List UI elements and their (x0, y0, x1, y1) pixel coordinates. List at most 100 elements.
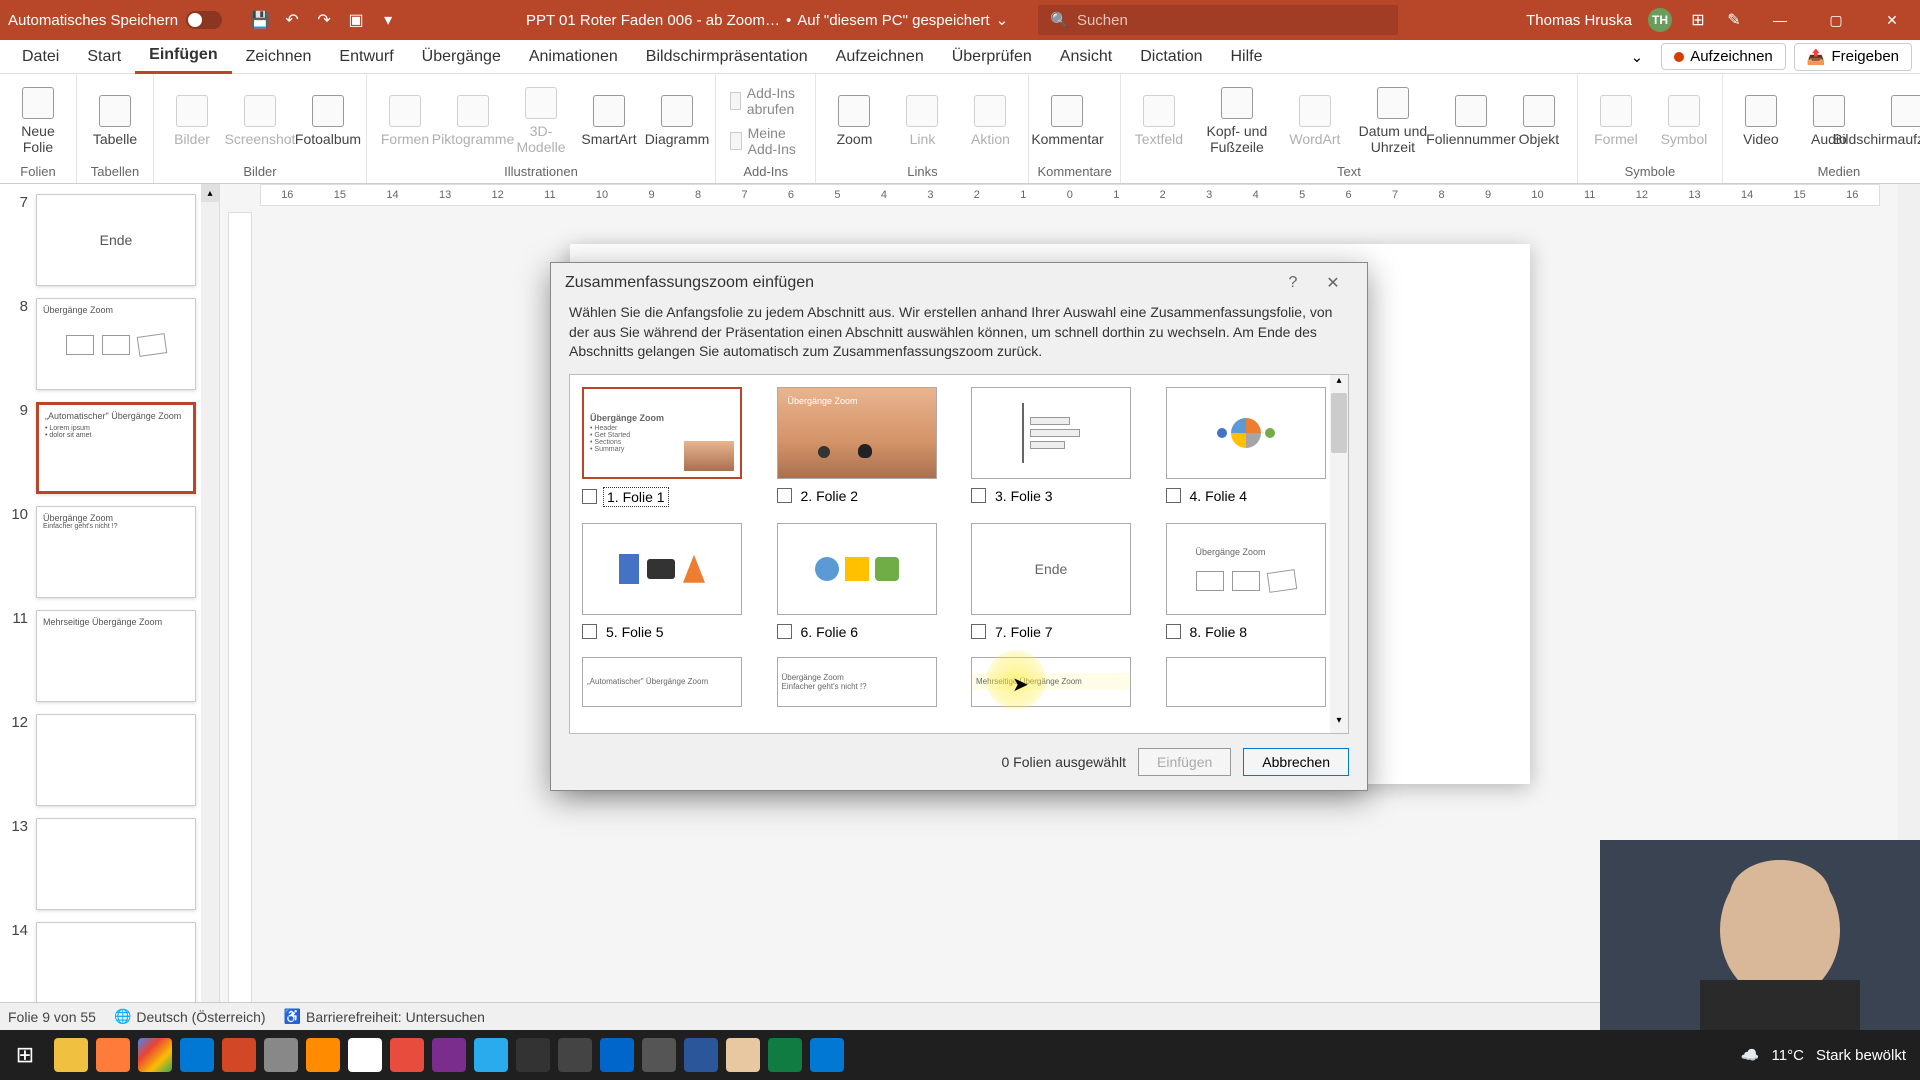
search-input[interactable] (1077, 12, 1386, 29)
dropdown-icon[interactable]: ▾ (378, 10, 398, 30)
dialog-slide-item[interactable]: „Automatischer" Übergänge Zoom (582, 657, 753, 707)
slide-checkbox[interactable] (1166, 624, 1181, 639)
slidenumber-button[interactable]: Foliennummer (1441, 78, 1501, 163)
tab-aufzeichnen[interactable]: Aufzeichnen (822, 40, 938, 74)
tab-bildschirm[interactable]: Bildschirmpräsentation (632, 40, 822, 74)
new-slide-button[interactable]: Neue Folie (8, 78, 68, 163)
slide-thumb-11[interactable]: 11 Mehrseitige Übergänge Zoom (4, 604, 215, 708)
tab-entwurf[interactable]: Entwurf (325, 40, 407, 74)
cancel-button[interactable]: Abbrechen (1243, 748, 1349, 776)
link-button[interactable]: Link (892, 78, 952, 163)
audio-button[interactable]: Audio (1799, 78, 1859, 163)
tab-dictation[interactable]: Dictation (1126, 40, 1216, 74)
dialog-slide-item[interactable]: 4. Folie 4 (1166, 387, 1337, 507)
action-button[interactable]: Aktion (960, 78, 1020, 163)
scrollbar-thumb[interactable] (1331, 393, 1347, 453)
dialog-slide-item[interactable]: 6. Folie 6 (777, 523, 948, 641)
screenrecord-button[interactable]: Bildschirmaufzeichnung (1867, 78, 1920, 163)
slide-checkbox[interactable] (777, 488, 792, 503)
dialog-help-button[interactable]: ? (1273, 263, 1313, 303)
scroll-up-icon[interactable]: ▴ (201, 184, 219, 202)
smartart-button[interactable]: SmartArt (579, 78, 639, 163)
slide-checkbox[interactable] (582, 624, 597, 639)
taskbar-excel[interactable] (768, 1038, 802, 1072)
taskbar-onenote[interactable] (432, 1038, 466, 1072)
slide-checkbox[interactable] (582, 489, 597, 504)
chart-button[interactable]: Diagramm (647, 78, 707, 163)
tab-einfuegen[interactable]: Einfügen (135, 40, 231, 74)
dialog-slide-item[interactable]: Übergänge Zoom8. Folie 8 (1166, 523, 1337, 641)
insert-button[interactable]: Einfügen (1138, 748, 1231, 776)
taskbar-firefox[interactable] (96, 1038, 130, 1072)
textbox-button[interactable]: Textfeld (1129, 78, 1189, 163)
taskbar-app-3[interactable] (390, 1038, 424, 1072)
taskbar-app-6[interactable] (642, 1038, 676, 1072)
screenshot-button[interactable]: Screenshot (230, 78, 290, 163)
slide-info[interactable]: Folie 9 von 55 (8, 1009, 96, 1025)
taskbar-explorer[interactable] (54, 1038, 88, 1072)
freigeben-button[interactable]: 📤Freigeben (1794, 43, 1912, 71)
tab-ansicht[interactable]: Ansicht (1046, 40, 1126, 74)
start-button[interactable]: ⊞ (0, 1030, 50, 1080)
dialog-slide-thumb[interactable] (777, 523, 937, 615)
weather-text[interactable]: Stark bewölkt (1816, 1047, 1906, 1064)
dialog-slide-item[interactable]: Ende7. Folie 7 (971, 523, 1142, 641)
taskbar-word[interactable] (684, 1038, 718, 1072)
dialog-slide-item[interactable]: 5. Folie 5 (582, 523, 753, 641)
dialog-slide-thumb[interactable]: Übergänge Zoom (1166, 523, 1326, 615)
wordart-button[interactable]: WordArt (1285, 78, 1345, 163)
grid-scrollbar[interactable]: ▴ ▾ (1330, 375, 1348, 733)
search-box[interactable]: 🔍 (1038, 5, 1398, 35)
collapse-ribbon-icon[interactable]: ⌄ (1621, 48, 1654, 66)
tab-ueberpruefen[interactable]: Überprüfen (938, 40, 1046, 74)
header-footer-button[interactable]: Kopf- und Fußzeile (1197, 78, 1277, 163)
panel-scrollbar[interactable]: ▴ ▾ (201, 184, 219, 1030)
pictures-button[interactable]: Bilder (162, 78, 222, 163)
document-name[interactable]: PPT 01 Roter Faden 006 - ab Zoom… (526, 12, 780, 29)
dialog-close-button[interactable]: ✕ (1313, 263, 1353, 303)
user-name[interactable]: Thomas Hruska (1526, 12, 1632, 29)
symbol-button[interactable]: Symbol (1654, 78, 1714, 163)
equation-button[interactable]: Formel (1586, 78, 1646, 163)
taskbar-vlc[interactable] (306, 1038, 340, 1072)
tab-start[interactable]: Start (73, 40, 135, 74)
aufzeichnen-button[interactable]: Aufzeichnen (1661, 43, 1786, 70)
datetime-button[interactable]: Datum und Uhrzeit (1353, 78, 1433, 163)
minimize-button[interactable]: — (1760, 0, 1800, 40)
slide-checkbox[interactable] (1166, 488, 1181, 503)
dialog-grid-container[interactable]: Übergänge Zoom• Header• Get Started• Sec… (569, 374, 1349, 734)
dialog-slide-item[interactable]: Mehrseitige Übergänge Zoom (971, 657, 1142, 707)
tools-icon-2[interactable]: ✎ (1724, 10, 1744, 30)
3dmodels-button[interactable]: 3D-Modelle (511, 78, 571, 163)
dialog-slide-item[interactable]: Übergänge Zoom2. Folie 2 (777, 387, 948, 507)
shapes-button[interactable]: Formen (375, 78, 435, 163)
taskbar-telegram[interactable] (474, 1038, 508, 1072)
maximize-button[interactable]: ▢ (1816, 0, 1856, 40)
tab-uebergaenge[interactable]: Übergänge (408, 40, 515, 74)
get-addins-button[interactable]: Add-Ins abrufen (724, 83, 807, 119)
slide-checkbox[interactable] (971, 624, 986, 639)
table-button[interactable]: Tabelle (85, 78, 145, 163)
slideshow-icon[interactable]: ▣ (346, 10, 366, 30)
slide-thumb-8[interactable]: 8 Übergänge Zoom (4, 292, 215, 396)
slide-thumbnail-panel[interactable]: 7 Ende 8 Übergänge Zoom 9 „Automatischer… (0, 184, 220, 1030)
accessibility-status[interactable]: ♿Barrierefreiheit: Untersuchen (284, 1008, 485, 1025)
weather-icon[interactable]: ☁️ (1741, 1046, 1760, 1064)
dialog-slide-thumb[interactable] (971, 387, 1131, 479)
tab-hilfe[interactable]: Hilfe (1216, 40, 1276, 74)
icons-button[interactable]: Piktogramme (443, 78, 503, 163)
slide-thumb-13[interactable]: 13 (4, 812, 215, 916)
taskbar-chrome[interactable] (138, 1038, 172, 1072)
dialog-slide-thumb[interactable]: Ende (971, 523, 1131, 615)
tools-icon-1[interactable]: ⊞ (1688, 10, 1708, 30)
taskbar-powerpoint[interactable] (222, 1038, 256, 1072)
tab-datei[interactable]: Datei (8, 40, 73, 74)
slide-thumb-7[interactable]: 7 Ende (4, 188, 215, 292)
taskbar-app-4[interactable] (516, 1038, 550, 1072)
autosave-toggle[interactable]: Automatisches Speichern (8, 11, 222, 29)
taskbar-outlook[interactable] (180, 1038, 214, 1072)
dialog-slide-thumb[interactable]: Übergänge Zoom (777, 387, 937, 479)
slide-thumb-12[interactable]: 12 (4, 708, 215, 812)
photoalbum-button[interactable]: Fotoalbum (298, 78, 358, 163)
redo-icon[interactable]: ↷ (314, 10, 334, 30)
